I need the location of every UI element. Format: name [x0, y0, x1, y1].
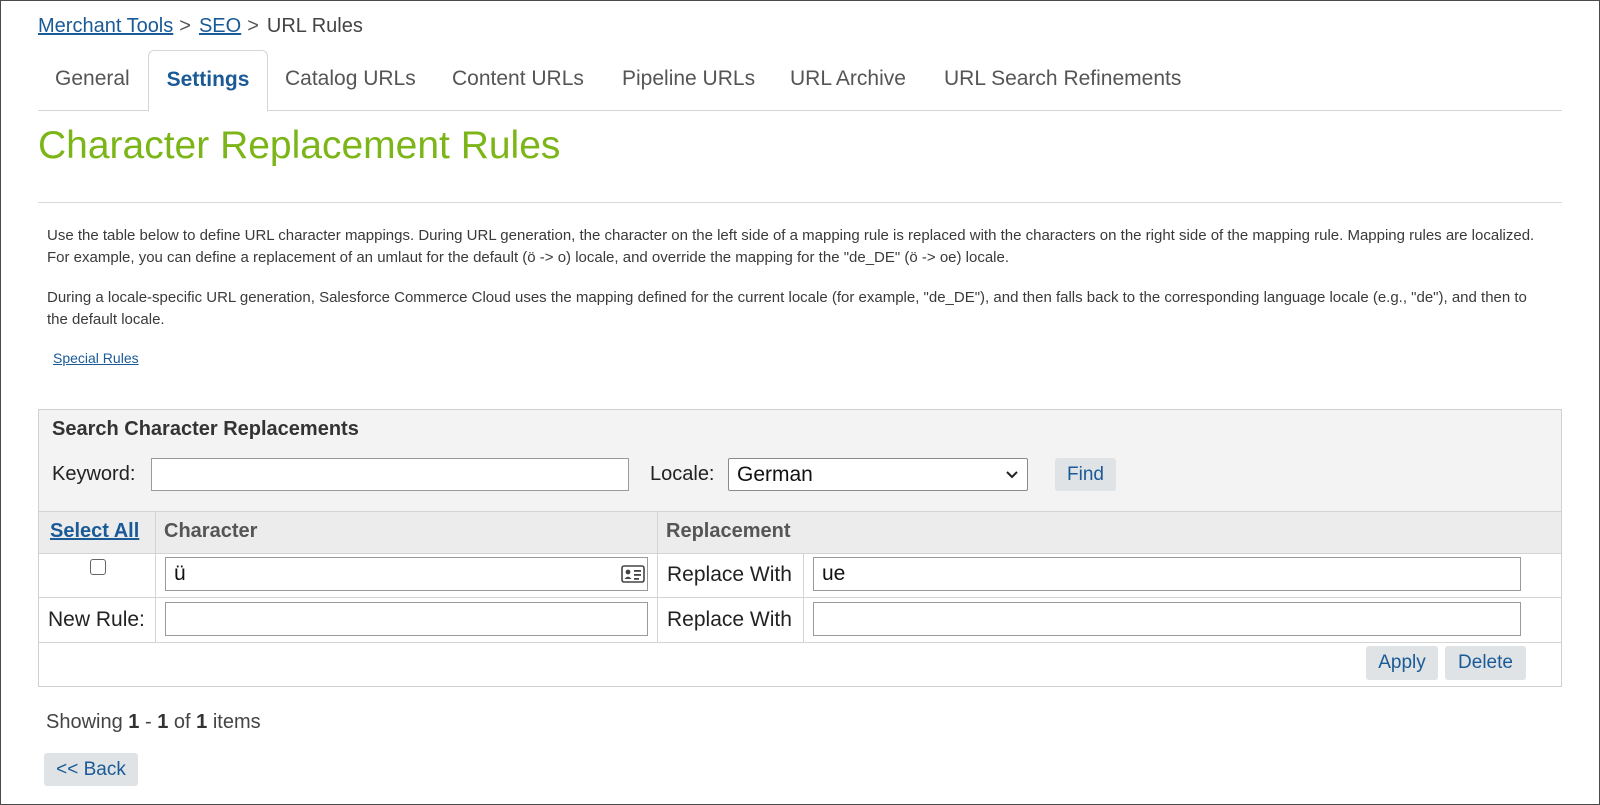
replace-with-label: Replace With	[667, 563, 792, 586]
showing-of: of	[173, 711, 191, 733]
new-rule-label-cell: New Rule:	[39, 598, 156, 642]
character-cell	[156, 553, 658, 597]
replacement-input[interactable]	[813, 557, 1521, 591]
replacement-cell	[804, 553, 1561, 597]
tab-bar: General Settings Catalog URLs Content UR…	[38, 50, 1562, 112]
row-select-cell	[39, 553, 156, 597]
breadcrumb-separator: >	[179, 15, 191, 37]
showing-suffix: items	[212, 711, 261, 733]
tab-content-urls[interactable]: Content URLs	[452, 50, 584, 108]
locale-label: Locale:	[650, 463, 715, 485]
search-section: Search Character Replacements Keyword: L…	[39, 410, 1561, 511]
new-replacement-input[interactable]	[813, 602, 1521, 636]
chevron-down-icon	[1005, 459, 1019, 503]
new-replace-with-label-cell: Replace With	[658, 598, 804, 642]
showing-dash: -	[144, 711, 152, 733]
locale-selected-value: German	[737, 463, 813, 486]
tab-url-search-refinements[interactable]: URL Search Refinements	[944, 50, 1181, 108]
table-header-row: Select All Character Replacement	[39, 511, 1561, 554]
apply-button[interactable]: Apply	[1366, 646, 1438, 680]
tab-settings[interactable]: Settings	[148, 50, 268, 112]
new-rule-row: New Rule: Replace With	[39, 598, 1561, 643]
keyword-label: Keyword:	[52, 463, 136, 485]
showing-from: 1	[128, 711, 140, 733]
select-all-link[interactable]: Select All	[50, 520, 139, 543]
tab-general[interactable]: General	[55, 50, 130, 108]
find-button[interactable]: Find	[1055, 458, 1116, 491]
title-divider	[38, 202, 1562, 203]
keyword-input[interactable]	[151, 458, 629, 491]
showing-to: 1	[157, 711, 169, 733]
character-column-header: Character	[164, 520, 258, 542]
breadcrumb: Merchant Tools > SEO > URL Rules	[38, 15, 363, 38]
table-row: Replace With	[39, 553, 1561, 598]
delete-button[interactable]: Delete	[1445, 646, 1526, 680]
description-paragraph: During a locale-specific URL generation,…	[47, 289, 1527, 328]
character-input[interactable]	[165, 557, 648, 591]
new-character-cell	[156, 598, 658, 642]
tab-pipeline-urls[interactable]: Pipeline URLs	[622, 50, 755, 108]
replacement-header-cell: Replacement	[658, 512, 1561, 553]
row-checkbox[interactable]	[90, 559, 106, 575]
special-rules-link[interactable]: Special Rules	[53, 350, 139, 366]
tab-catalog-urls[interactable]: Catalog URLs	[285, 50, 416, 108]
contact-card-icon[interactable]	[621, 565, 645, 588]
breadcrumb-merchant-tools-link[interactable]: Merchant Tools	[38, 15, 173, 37]
replacement-column-header: Replacement	[666, 520, 791, 542]
character-replacement-panel: Search Character Replacements Keyword: L…	[38, 409, 1562, 687]
description-paragraph: Use the table below to define URL charac…	[47, 227, 1535, 266]
new-character-input[interactable]	[165, 602, 648, 636]
character-header-cell: Character	[156, 512, 658, 553]
new-replacement-cell	[804, 598, 1561, 642]
tab-url-archive[interactable]: URL Archive	[790, 50, 906, 108]
pagination-summary: Showing 1 - 1 of 1 items	[46, 711, 261, 734]
showing-prefix: Showing	[46, 711, 123, 733]
breadcrumb-seo-link[interactable]: SEO	[199, 15, 241, 37]
locale-select[interactable]: German	[728, 458, 1028, 491]
breadcrumb-current: URL Rules	[266, 15, 363, 37]
replace-with-label: Replace With	[667, 608, 792, 631]
new-rule-label: New Rule:	[48, 608, 145, 631]
showing-total: 1	[196, 711, 208, 733]
breadcrumb-separator: >	[247, 15, 259, 37]
replace-with-label-cell: Replace With	[658, 553, 804, 597]
back-button[interactable]: << Back	[44, 753, 138, 786]
search-title: Search Character Replacements	[52, 418, 359, 440]
select-all-cell: Select All	[39, 512, 156, 553]
page-title: Character Replacement Rules	[38, 124, 561, 167]
